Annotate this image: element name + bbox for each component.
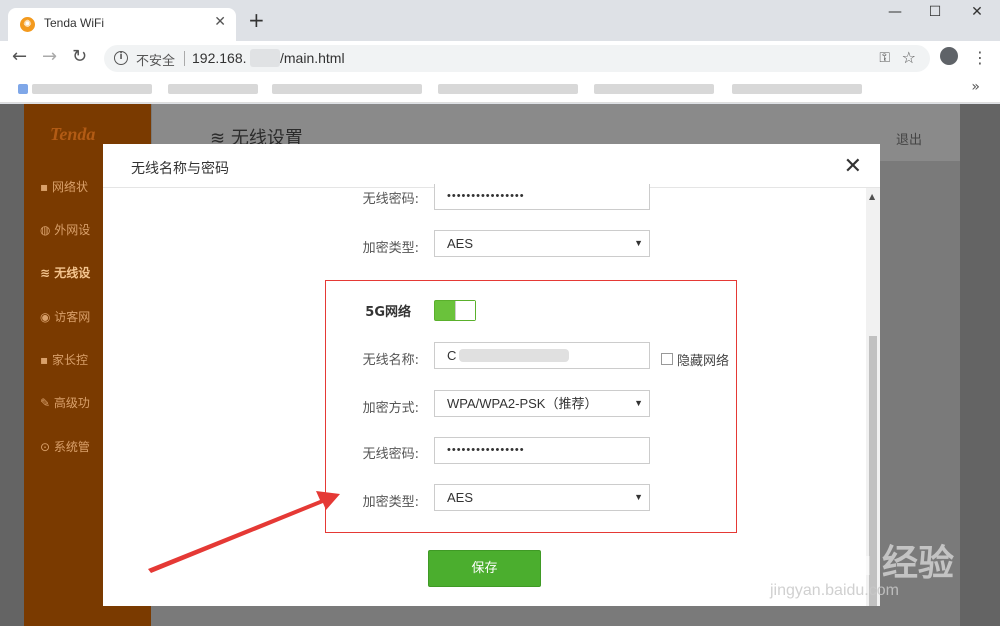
- sidebar-item-label: 网络状: [51, 180, 88, 194]
- hide-network-label: 隐藏网络: [677, 354, 730, 369]
- insecure-label: 不安全: [136, 54, 176, 69]
- bookmark-item[interactable]: [168, 84, 258, 94]
- encryption-type-value-upper: AES: [447, 236, 474, 251]
- chevron-down-icon: ▼: [634, 492, 643, 502]
- scroll-up-icon[interactable]: ▲: [869, 192, 875, 201]
- info-icon[interactable]: i: [114, 51, 128, 65]
- divider: [184, 51, 185, 66]
- bookmark-item[interactable]: [272, 84, 422, 94]
- watermark-brand: Bai du 经验: [762, 542, 955, 583]
- window-close-icon[interactable]: ✕: [962, 4, 992, 24]
- encryption-type-label-upper: 加密类型:: [362, 241, 419, 256]
- encryption-type-select-upper[interactable]: AES ▼: [434, 230, 650, 257]
- ssid-redacted: [459, 349, 569, 362]
- bookmark-item[interactable]: [732, 84, 862, 94]
- password-label-upper: 无线密码:: [362, 192, 419, 207]
- modal-title: 无线名称与密码: [131, 161, 229, 177]
- ssid-label: 无线名称:: [362, 353, 419, 368]
- url-redacted: [250, 49, 280, 67]
- sidebar-item-label: 外网设: [54, 223, 91, 237]
- save-button[interactable]: 保存: [428, 550, 541, 587]
- sidebar-item-label: 无线设: [54, 266, 91, 280]
- bookmarks-more-icon[interactable]: »: [971, 79, 980, 95]
- ssid-value: C: [447, 348, 457, 363]
- address-bar[interactable]: i 不安全 192.168. /main.html ⚿ ☆: [104, 45, 930, 72]
- sidebar-item-guest[interactable]: ◉ 访客网: [40, 308, 90, 325]
- bookmark-item[interactable]: [32, 84, 152, 94]
- band-5g-label: 5G网络: [365, 305, 411, 320]
- chevron-down-icon: ▼: [634, 398, 643, 408]
- bookmark-item[interactable]: [594, 84, 714, 94]
- logout-link[interactable]: 退出: [896, 129, 922, 148]
- minimize-icon[interactable]: —: [880, 4, 910, 24]
- security-mode-select[interactable]: WPA/WPA2-PSK（推荐） ▼: [434, 390, 650, 417]
- menu-icon[interactable]: ⋮: [972, 48, 988, 67]
- security-mode-value: WPA/WPA2-PSK（推荐）: [447, 396, 598, 411]
- encryption-type-label: 加密类型:: [362, 495, 419, 510]
- password-label: 无线密码:: [362, 447, 419, 462]
- bookmarks-bar: »: [0, 75, 1000, 103]
- sidebar-item-label: 高级功: [53, 396, 90, 410]
- bookmark-icon[interactable]: [18, 84, 28, 94]
- star-icon[interactable]: ☆: [902, 48, 916, 67]
- tab-close-icon[interactable]: ✕: [214, 14, 226, 30]
- tenda-favicon-icon: ✺: [20, 17, 35, 32]
- profile-avatar-icon[interactable]: [940, 47, 958, 65]
- toggle-knob: [455, 301, 475, 320]
- reload-icon[interactable]: ↻: [72, 47, 87, 67]
- browser-toolbar: ← → ↻ i 不安全 192.168. /main.html ⚿ ☆ ⋮: [0, 41, 1000, 75]
- ssid-input[interactable]: C: [434, 342, 650, 369]
- back-icon[interactable]: ←: [12, 47, 27, 67]
- sidebar-item-parental[interactable]: ▪ 家长控: [40, 351, 88, 368]
- hide-network-checkbox[interactable]: [661, 353, 673, 365]
- sidebar-item-wireless[interactable]: ≋ 无线设: [40, 264, 90, 281]
- maximize-icon[interactable]: ☐: [920, 4, 950, 24]
- url-prefix: 192.168.: [192, 50, 247, 66]
- password-field[interactable]: ••••••••••••••••: [434, 437, 650, 464]
- sidebar-item-label: 访客网: [54, 310, 91, 324]
- band-5g-toggle[interactable]: [434, 300, 476, 321]
- sidebar-item-label: 系统管: [53, 440, 90, 454]
- security-mode-label: 加密方式:: [362, 401, 419, 416]
- tenda-logo: Tenda: [50, 124, 96, 144]
- url-suffix: /main.html: [280, 50, 345, 66]
- sidebar-item-label: 家长控: [51, 353, 88, 367]
- encryption-type-value: AES: [447, 490, 474, 505]
- sidebar-item-advanced[interactable]: ✎ 高级功: [40, 394, 90, 411]
- sidebar-item-system[interactable]: ⊙ 系统管: [40, 438, 90, 455]
- chevron-down-icon: ▼: [634, 238, 643, 248]
- sidebar-item-status[interactable]: ▪ 网络状: [40, 178, 88, 195]
- tab-title: Tenda WiFi: [44, 16, 105, 30]
- sidebar-item-wan[interactable]: ◍ 外网设: [40, 221, 90, 238]
- watermark-url: jingyan.baidu.com: [770, 582, 899, 599]
- password-field-upper[interactable]: ••••••••••••••••: [434, 184, 650, 210]
- baidu-watermark: Bai du 经验 jingyan.baidu.com: [752, 520, 982, 620]
- forward-icon[interactable]: →: [42, 47, 57, 67]
- tab-strip: ✺ Tenda WiFi ✕ + — ☐ ✕: [0, 0, 1000, 41]
- encryption-type-select[interactable]: AES ▼: [434, 484, 650, 511]
- browser-tab[interactable]: ✺ Tenda WiFi ✕: [8, 8, 236, 41]
- close-icon[interactable]: ✕: [844, 155, 862, 179]
- bookmark-item[interactable]: [438, 84, 578, 94]
- new-tab-button[interactable]: +: [248, 10, 265, 30]
- key-icon[interactable]: ⚿: [879, 50, 890, 66]
